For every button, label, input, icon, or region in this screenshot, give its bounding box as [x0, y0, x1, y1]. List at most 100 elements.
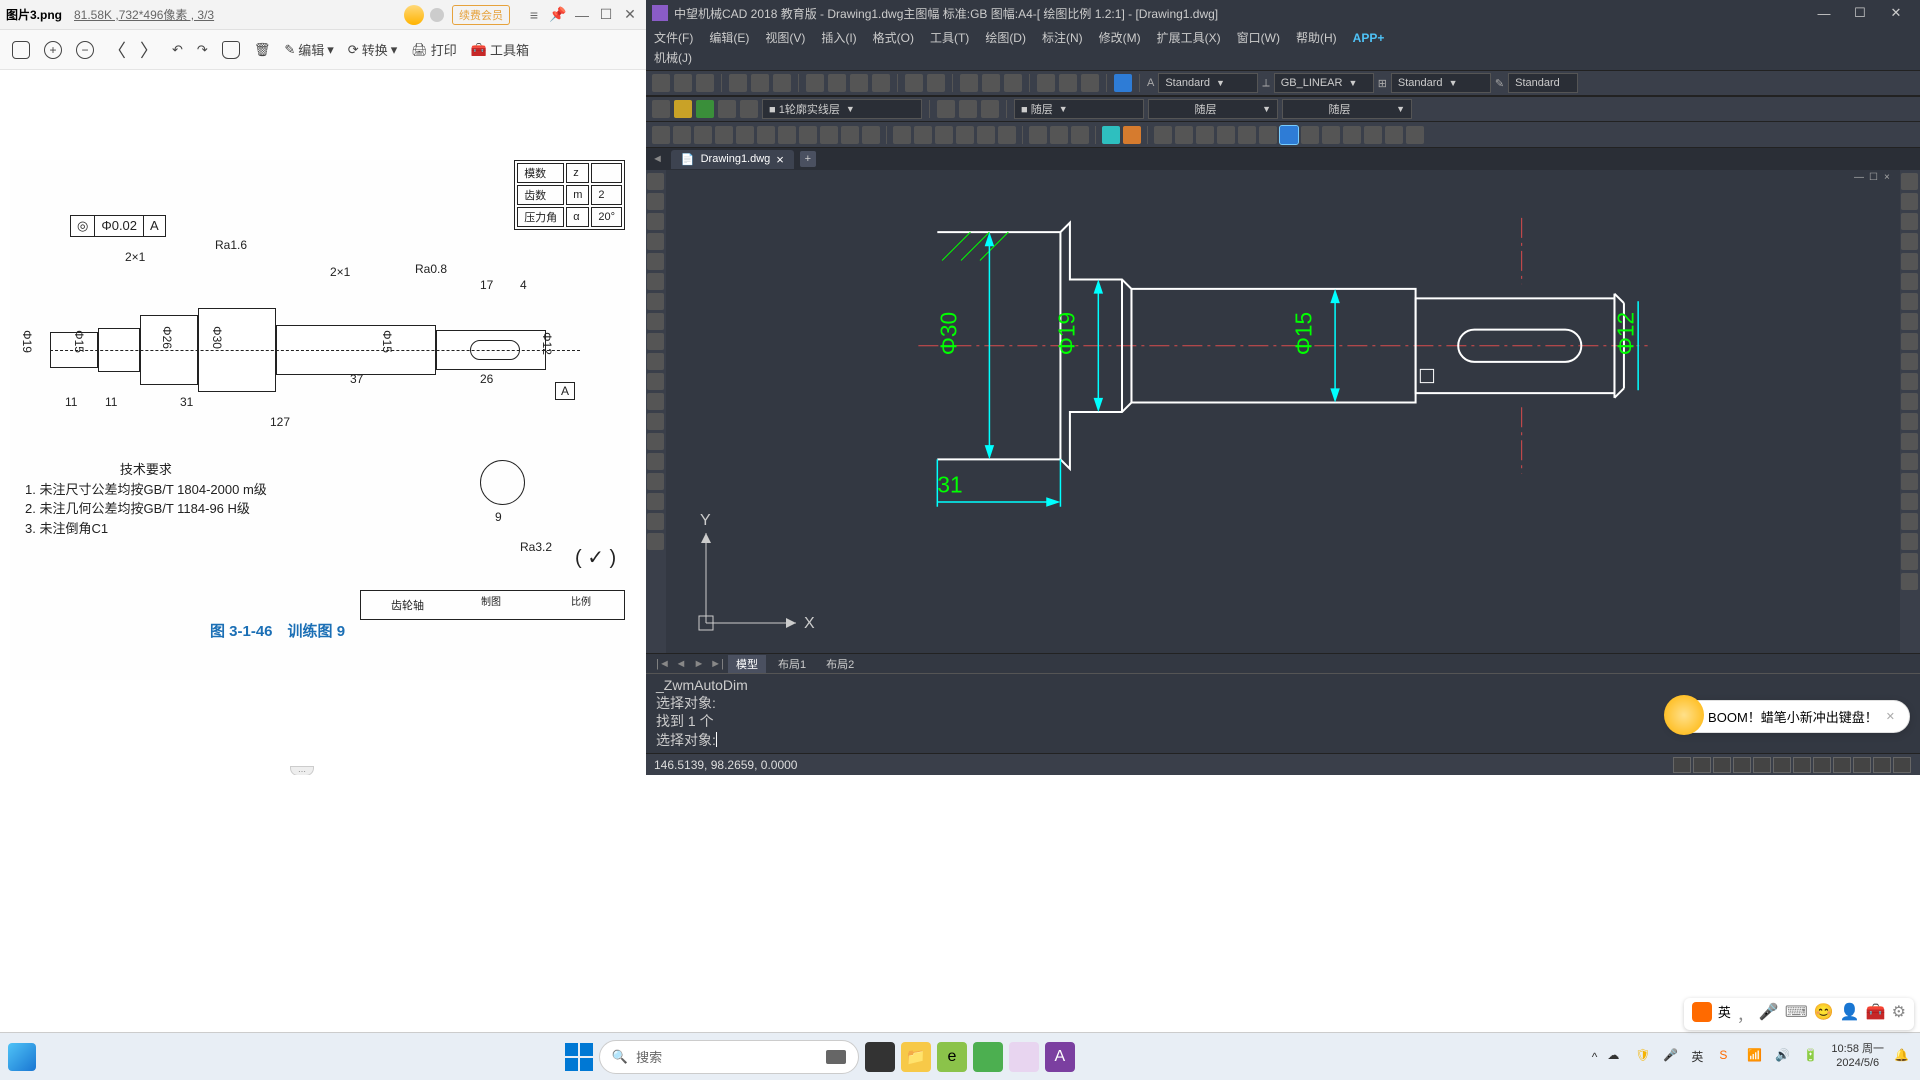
ime-settings-icon[interactable]: ⚙	[1892, 1002, 1906, 1026]
viewer-canvas[interactable]: 模数z 齿数m2 压力角α20° ◎Φ0.02A 2×1 Ra1.6 2×1 R…	[0, 70, 646, 775]
dim-angular-button[interactable]	[799, 126, 817, 144]
trim-tool[interactable]	[1901, 353, 1918, 370]
ime-voice-icon[interactable]: 🎤	[1759, 1002, 1779, 1026]
mech-i-button[interactable]	[1343, 126, 1361, 144]
match-button[interactable]	[872, 74, 890, 92]
polygon-tool[interactable]	[647, 233, 664, 250]
taskbar-search[interactable]: 🔍 搜索	[599, 1040, 859, 1074]
menu-app-plus[interactable]: APP+	[1353, 28, 1385, 48]
taskbar-app-browser[interactable]: e	[937, 1042, 967, 1072]
taskbar-app-wechat[interactable]	[973, 1042, 1003, 1072]
mech-j-button[interactable]	[1364, 126, 1382, 144]
dyn-toggle[interactable]	[1813, 757, 1831, 773]
layer-props-button[interactable]	[652, 100, 670, 118]
taskbar-app-explorer[interactable]: 📁	[901, 1042, 931, 1072]
extend-tool[interactable]	[1901, 373, 1918, 390]
rotate-left-button[interactable]: ↶	[172, 42, 183, 58]
cycle-toggle[interactable]	[1873, 757, 1891, 773]
mod-b-tool[interactable]	[1901, 513, 1918, 530]
zoom-button[interactable]	[982, 74, 1000, 92]
notification-bubble[interactable]: BOOM！蜡笔小新冲出键盘！ ✕	[1667, 700, 1910, 733]
dim-update-button[interactable]	[1071, 126, 1089, 144]
ime-lang-label[interactable]: 英	[1718, 1002, 1731, 1026]
search-camera-icon[interactable]	[826, 1050, 846, 1064]
tab-close-icon[interactable]: ×	[776, 152, 784, 167]
maximize-button[interactable]: ☐	[1842, 3, 1878, 23]
mech-e-button[interactable]	[1238, 126, 1256, 144]
ducs-toggle[interactable]	[1793, 757, 1811, 773]
mtext-tool[interactable]	[647, 533, 664, 550]
copy-button[interactable]	[828, 74, 846, 92]
arc-tool[interactable]	[647, 273, 664, 290]
mech-k-button[interactable]	[1385, 126, 1403, 144]
dim-inspect-button[interactable]	[977, 126, 995, 144]
ime-punct-icon[interactable]: ，	[1737, 1002, 1753, 1026]
ime-person-icon[interactable]: 👤	[1840, 1002, 1860, 1026]
ime-toolbox-icon[interactable]: 🧰	[1866, 1002, 1886, 1026]
osnap-toggle[interactable]	[1753, 757, 1771, 773]
ellipse-arc-tool[interactable]	[647, 373, 664, 390]
ellipse-tool[interactable]	[647, 353, 664, 370]
tray-sogou-icon[interactable]: S	[1719, 1048, 1737, 1066]
pline-tool[interactable]	[647, 213, 664, 230]
dim-style-combo[interactable]: GB_LINEAR▼	[1274, 73, 1374, 93]
mech-gear-button[interactable]	[1123, 126, 1141, 144]
hatch-tool[interactable]	[647, 453, 664, 470]
minimize-button[interactable]: —	[572, 5, 592, 25]
join-tool[interactable]	[1901, 413, 1918, 430]
layer-sun-icon[interactable]	[674, 100, 692, 118]
polar-toggle[interactable]	[1733, 757, 1751, 773]
ime-keyboard-icon[interactable]: ⌨	[1785, 1002, 1808, 1026]
cut-button[interactable]	[806, 74, 824, 92]
save-button[interactable]	[696, 74, 714, 92]
menu-icon[interactable]: ≡	[524, 5, 544, 25]
tray-cloud-icon[interactable]: ☁	[1607, 1048, 1625, 1066]
pan-button[interactable]	[960, 74, 978, 92]
preview-button[interactable]	[751, 74, 769, 92]
mod-d-tool[interactable]	[1901, 553, 1918, 570]
menu-format[interactable]: 格式(O)	[873, 28, 914, 48]
mirror-tool[interactable]	[1901, 213, 1918, 230]
menu-ext[interactable]: 扩展工具(X)	[1157, 28, 1221, 48]
dim-aligned-button[interactable]	[673, 126, 691, 144]
mech-f-button[interactable]	[1259, 126, 1277, 144]
convert-button[interactable]: ⟳ 转换 ▾	[348, 40, 397, 59]
rotate-tool[interactable]	[1901, 293, 1918, 310]
tolerance-button[interactable]	[935, 126, 953, 144]
mech-b-button[interactable]	[1175, 126, 1193, 144]
taskbar-app-cad[interactable]: A	[1045, 1042, 1075, 1072]
dim-arc-button[interactable]	[694, 126, 712, 144]
layer-prev-button[interactable]	[937, 100, 955, 118]
menu-draw[interactable]: 绘图(D)	[985, 28, 1026, 48]
dim-break-button[interactable]	[914, 126, 932, 144]
mech-d-button[interactable]	[1217, 126, 1235, 144]
menu-mechanical[interactable]: 机械(J)	[654, 48, 692, 68]
lwt-toggle[interactable]	[1833, 757, 1851, 773]
zoom-out-button[interactable]: −	[76, 41, 94, 59]
ortho-toggle[interactable]	[1713, 757, 1731, 773]
rectangle-tool[interactable]	[647, 253, 664, 270]
ime-logo-icon[interactable]	[1692, 1002, 1712, 1022]
taskbar-clock[interactable]: 10:58 周一 2024/5/6	[1831, 1043, 1884, 1069]
dim-baseline-button[interactable]	[841, 126, 859, 144]
ime-face-icon[interactable]: 😊	[1814, 1002, 1834, 1026]
dim-continue-button[interactable]	[862, 126, 880, 144]
mleader-style-combo[interactable]: Standard	[1508, 73, 1578, 93]
move-tool[interactable]	[1901, 273, 1918, 290]
gradient-tool[interactable]	[647, 473, 664, 490]
color-combo[interactable]: ■ 随层▼	[1014, 99, 1144, 119]
mech-c-button[interactable]	[1196, 126, 1214, 144]
menu-view[interactable]: 视图(V)	[765, 28, 805, 48]
tray-notifications-icon[interactable]: 🔔	[1894, 1048, 1912, 1066]
layer-combo[interactable]: ■ 1轮廓实线层▼	[762, 99, 922, 119]
avatar-icon[interactable]	[404, 5, 424, 25]
erase-tool[interactable]	[1901, 173, 1918, 190]
layer-lock-icon[interactable]	[718, 100, 736, 118]
dim-diameter-button[interactable]	[778, 126, 796, 144]
mech-h-button[interactable]	[1322, 126, 1340, 144]
table2-button[interactable]	[1059, 74, 1077, 92]
linetype-combo[interactable]: 随层▼	[1148, 99, 1278, 119]
chamfer-tool[interactable]	[1901, 433, 1918, 450]
scale-tool[interactable]	[1901, 313, 1918, 330]
extra-toggle[interactable]	[1893, 757, 1911, 773]
